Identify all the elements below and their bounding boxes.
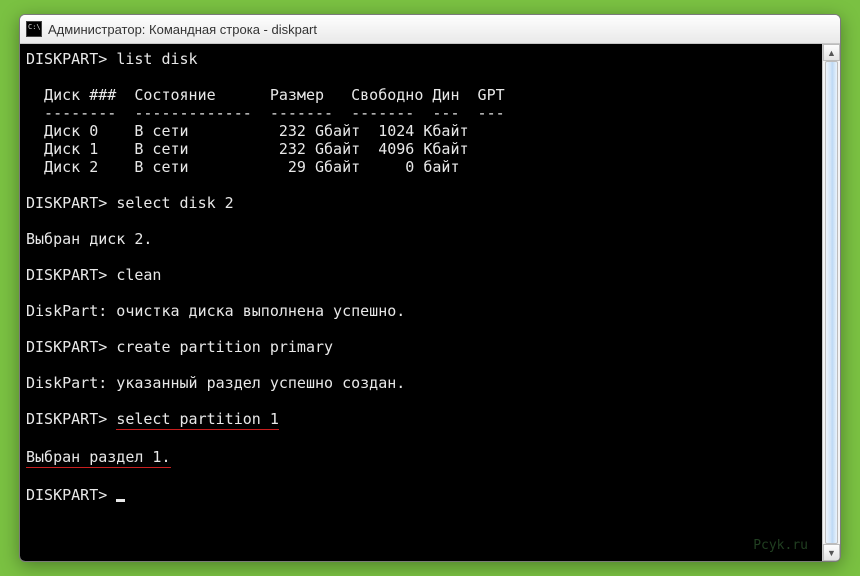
table-text: Диск 1 В сети 232 Gбайт 4096 Кбайт [26,140,469,158]
scroll-thumb[interactable] [825,61,838,544]
table-text: Диск 0 В сети 232 Gбайт 1024 Кбайт [26,122,469,140]
scroll-up-button[interactable]: ▲ [823,44,840,61]
table-text: Диск ### Состояние Размер Свободно Дин G… [26,86,505,104]
terminal-output[interactable]: DISKPART> list disk Диск ### Состояние Р… [20,44,822,561]
terminal-line [26,176,818,194]
terminal-line: DiskPart: указанный раздел успешно созда… [26,374,818,392]
scroll-track[interactable] [823,61,840,544]
prompt-text: DISKPART> [26,266,116,284]
terminal-line [26,468,818,486]
terminal-line: -------- ------------- ------- ------- -… [26,104,818,122]
terminal-line: DISKPART> clean [26,266,818,284]
output-text: DiskPart: очистка диска выполнена успешн… [26,302,405,320]
output-text: Выбран диск 2. [26,230,152,248]
client-area: DISKPART> list disk Диск ### Состояние Р… [20,44,840,561]
terminal-line: Диск 1 В сети 232 Gбайт 4096 Кбайт [26,140,818,158]
terminal-line: Диск 0 В сети 232 Gбайт 1024 Кбайт [26,122,818,140]
terminal-line: DISKPART> [26,486,818,504]
terminal-line [26,68,818,86]
terminal-line [26,248,818,266]
terminal-line: Диск ### Состояние Размер Свободно Дин G… [26,86,818,104]
terminal-line [26,356,818,374]
terminal-line: Выбран диск 2. [26,230,818,248]
prompt-text: DISKPART> [26,486,116,504]
table-text: Диск 2 В сети 29 Gбайт 0 байт [26,158,459,176]
prompt-text: DISKPART> [26,338,116,356]
cursor [116,499,125,502]
terminal-line [26,212,818,230]
output-text: DiskPart: указанный раздел успешно созда… [26,374,405,392]
table-text: -------- ------------- ------- ------- -… [26,104,505,122]
terminal-line: DISKPART> select disk 2 [26,194,818,212]
terminal-line: DiskPart: очистка диска выполнена успешн… [26,302,818,320]
command-text: select partition 1 [116,410,279,430]
terminal-line: DISKPART> create partition primary [26,338,818,356]
command-text: list disk [116,50,197,68]
output-text: Выбран раздел 1. [26,448,171,468]
terminal-line: DISKPART> list disk [26,50,818,68]
command-text: clean [116,266,161,284]
terminal-line [26,392,818,410]
terminal-line [26,284,818,302]
scroll-down-button[interactable]: ▼ [823,544,840,561]
titlebar[interactable]: Администратор: Командная строка - diskpa… [20,15,840,44]
command-text: create partition primary [116,338,333,356]
cmd-window: Администратор: Командная строка - diskpa… [19,14,841,562]
terminal-line [26,320,818,338]
terminal-line [26,430,818,448]
window-title: Администратор: Командная строка - diskpa… [48,22,317,37]
command-text: select disk 2 [116,194,233,212]
cmd-icon [26,21,42,37]
terminal-line: Выбран раздел 1. [26,448,818,468]
prompt-text: DISKPART> [26,410,116,428]
terminal-line: DISKPART> select partition 1 [26,410,818,430]
terminal-line: Диск 2 В сети 29 Gбайт 0 байт [26,158,818,176]
vertical-scrollbar[interactable]: ▲ ▼ [822,44,840,561]
prompt-text: DISKPART> [26,50,116,68]
prompt-text: DISKPART> [26,194,116,212]
